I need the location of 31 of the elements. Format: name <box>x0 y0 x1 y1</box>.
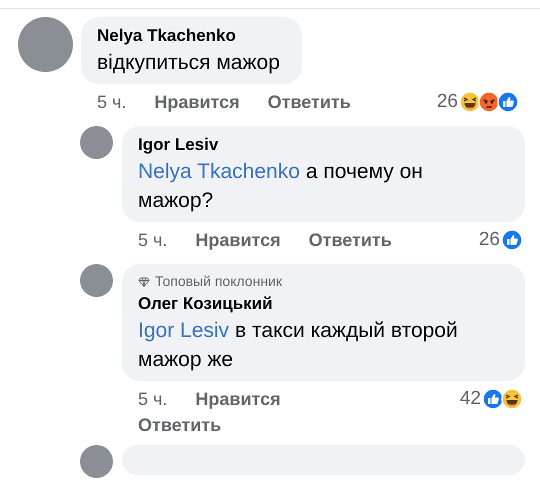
reaction-count: 42 <box>460 387 481 411</box>
like-link[interactable]: Нравится <box>195 387 281 411</box>
avatar-photo-placeholder <box>80 126 113 159</box>
comment-time: 5 ч. <box>97 91 126 114</box>
comment-text: Nelya Tkachenko а почему он мажор? <box>138 159 424 214</box>
comment-author[interactable]: Олег Козицький <box>138 292 485 316</box>
comment-text: Igor Lesiv в такси каждый второй мажор же <box>138 318 459 373</box>
reply-link[interactable]: Ответить <box>268 90 351 114</box>
like-link[interactable]: Нравится <box>195 228 281 252</box>
reaction-count: 26 <box>436 90 458 114</box>
like-reaction-icon <box>482 388 504 410</box>
laughing-reaction-icon <box>501 388 523 410</box>
avatar-photo-placeholder <box>80 445 113 478</box>
like-reaction-icon <box>501 229 523 251</box>
like-link[interactable]: Нравится <box>154 90 240 114</box>
comment-text: відкупиться мажор <box>97 50 280 76</box>
reply-link[interactable]: Ответить <box>138 413 222 437</box>
comment-author[interactable]: Igor Lesiv <box>138 133 485 157</box>
mention-link[interactable]: Igor Lesiv <box>138 319 230 342</box>
laughing-reaction-icon <box>459 91 481 113</box>
comment-time: 5 ч. <box>138 388 168 411</box>
reply-link[interactable]: Ответить <box>308 228 392 252</box>
avatar-photo-placeholder <box>80 264 113 297</box>
comment-time: 5 ч. <box>138 229 168 252</box>
angry-reaction-icon <box>478 91 500 113</box>
comment-author[interactable]: Nelya Tkachenko <box>97 24 280 48</box>
diamond-icon <box>138 276 150 286</box>
reaction-count: 26 <box>478 228 500 252</box>
like-reaction-icon <box>497 91 519 113</box>
top-fan-label: Топовый поклонник <box>155 272 282 291</box>
mention-link[interactable]: Nelya Tkachenko <box>138 160 300 183</box>
